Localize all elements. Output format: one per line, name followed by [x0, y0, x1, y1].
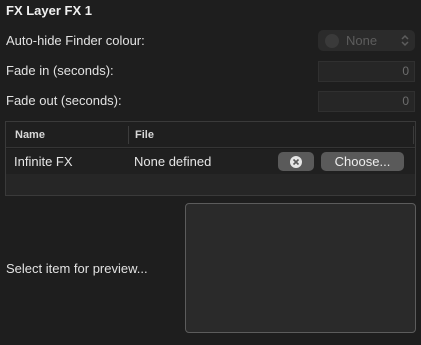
finder-colour-popup[interactable]: None	[318, 30, 415, 51]
fade-out-label: Fade out (seconds):	[6, 93, 122, 108]
choose-file-button[interactable]: Choose...	[321, 152, 404, 171]
clear-file-button[interactable]	[278, 152, 314, 171]
preview-area	[185, 203, 416, 333]
finder-colour-value: None	[346, 33, 378, 48]
row-file-cell: None defined	[134, 154, 212, 169]
fx-file-table: Name File Infinite FX None defined Choos…	[5, 121, 416, 196]
fade-out-field[interactable]: 0	[318, 91, 415, 112]
column-header-name[interactable]: Name	[15, 129, 45, 141]
column-divider[interactable]	[128, 126, 129, 144]
fade-in-field[interactable]: 0	[318, 61, 415, 82]
clear-x-icon	[290, 155, 302, 168]
table-row[interactable]: Infinite FX None defined Choose...	[6, 149, 415, 174]
panel-title: FX Layer FX 1	[6, 3, 92, 18]
autohide-finder-colour-label: Auto-hide Finder colour:	[6, 33, 145, 48]
table-empty-row	[6, 174, 415, 195]
color-swatch-icon	[325, 33, 339, 48]
column-header-file[interactable]: File	[135, 129, 154, 141]
fade-in-label: Fade in (seconds):	[6, 63, 114, 78]
table-header: Name File	[6, 122, 415, 148]
column-divider[interactable]	[413, 126, 414, 144]
row-name-cell: Infinite FX	[14, 154, 73, 169]
up-down-chevron-icon	[401, 34, 409, 47]
fx-layer-panel: FX Layer FX 1 Auto-hide Finder colour: N…	[0, 0, 421, 345]
preview-label: Select item for preview...	[6, 261, 148, 276]
